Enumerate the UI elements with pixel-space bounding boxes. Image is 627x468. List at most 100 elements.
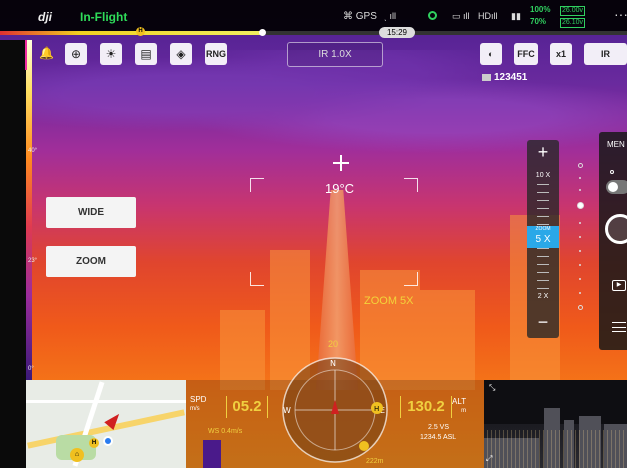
crosshair-icon [333, 155, 349, 171]
focus-bracket-bl [250, 272, 264, 286]
top-status-bar: dji In-Flight ⌘ GPS ˎ ıll ▭ ıll HDıll ▮▮… [0, 0, 627, 34]
sun-icon: ☀ [105, 47, 117, 61]
battery-1-voltage: 26.00v [560, 6, 586, 16]
battery-2-percent: 70% [530, 17, 547, 26]
map-location-icon [103, 436, 113, 446]
rc-position-icon [359, 441, 369, 451]
progress-fill [0, 31, 264, 35]
speed-value: 05.2 [226, 396, 268, 418]
thermal-patch [203, 440, 221, 468]
playback-icon[interactable]: ▶ [612, 280, 626, 291]
wide-button[interactable]: WIDE [46, 197, 136, 228]
progress-marker [259, 29, 266, 36]
zoom-current-value: 5 X [535, 234, 551, 245]
pip-expand-icon[interactable]: ⤡ [489, 383, 495, 393]
ir-camera-button[interactable]: IR [584, 43, 627, 65]
gimbal-mode-button[interactable]: ⊕ [65, 43, 87, 65]
zoom-overlay-label: ZOOM 5X [364, 295, 414, 307]
zoom-slider-panel[interactable]: + 10 X ZOOM 5 X 2 X − [527, 140, 559, 338]
rail-dot [579, 278, 581, 280]
left-edge [0, 40, 26, 468]
speed-label: SPD m/s [190, 396, 206, 413]
map-mode-button[interactable]: ◈ [170, 43, 192, 65]
building [220, 310, 265, 390]
hd-signal-label: HDıll [478, 11, 498, 21]
focus-bracket-br [404, 272, 418, 286]
shutter-button[interactable] [605, 214, 627, 244]
rail-stop[interactable] [578, 163, 583, 168]
battery-2-voltage: 26.10v [560, 18, 586, 28]
pip-camera-view[interactable] [484, 380, 627, 468]
storage-icon: ▤ [140, 47, 152, 61]
altitude-asl: 1234.5 ASL [420, 434, 457, 441]
pip-lights [484, 430, 627, 468]
rc-signal-label: ıll [389, 11, 397, 21]
flight-progress-bar [0, 29, 627, 36]
zoom-min-label: 2 X [537, 293, 549, 300]
rail-dot [579, 264, 581, 266]
map-home-icon: H [89, 438, 99, 448]
bell-icon[interactable]: 🔔 [39, 46, 54, 60]
rng-button[interactable]: RNG [205, 43, 227, 65]
compass-w: W [283, 406, 291, 415]
scale-indicator [25, 40, 27, 70]
zoom-current-indicator[interactable]: ZOOM 5 X [527, 226, 559, 248]
gps-label: GPS [355, 11, 377, 22]
rail-handle[interactable] [577, 202, 584, 209]
flight-time: 15:29 [379, 27, 415, 38]
compass-attitude: N E W H [282, 357, 388, 463]
rail-dot [579, 236, 581, 238]
gps-status: ⌘ GPS [343, 11, 377, 22]
link-signal-label: ıll [463, 11, 470, 21]
battery-1-percent: 100% [530, 5, 551, 14]
photo-mode-icon [610, 170, 614, 174]
vertical-speed: 2.5 VS [428, 424, 450, 431]
speed-label-text: SPD [190, 395, 207, 404]
zoom-button[interactable]: ZOOM [46, 246, 136, 277]
rail-dot [579, 222, 581, 224]
vision-status-icon [428, 11, 437, 20]
menu-label[interactable]: MEN [607, 140, 625, 149]
gimbal-icon: ⊕ [70, 47, 82, 61]
home-distance: 222m [366, 458, 384, 465]
rail-dot [579, 292, 581, 294]
camera-mode-label[interactable]: IR 1.0X [287, 42, 383, 67]
zoom-out-button[interactable]: − [527, 312, 559, 333]
altitude-unit: m [461, 408, 467, 414]
altitude-label: ALT m [452, 398, 466, 415]
diamond-icon: ◈ [176, 47, 186, 61]
camera-view[interactable]: 40° 23° 0° dji In-Flight ⌘ GPS ˎ ıll ▭ ı… [0, 0, 627, 468]
more-menu-button[interactable]: ··· [614, 6, 627, 22]
mini-map[interactable]: H ⌂ [26, 380, 186, 468]
zoom-max-label: 10 X [535, 172, 551, 179]
zoom-x1-button[interactable]: x1 [550, 43, 572, 65]
rail-dot [579, 177, 581, 179]
building [420, 290, 475, 390]
altitude-label-text: ALT [452, 397, 467, 406]
map-road [26, 400, 186, 403]
altitude-value: 130.2 [400, 396, 452, 418]
rail-stop[interactable] [578, 305, 583, 310]
dji-logo: dji [38, 10, 52, 24]
brightness-button[interactable]: ☀ [100, 43, 122, 65]
ffc-button[interactable]: FFC [514, 43, 538, 65]
spot-temperature: 19°C [325, 181, 355, 196]
pip-swap-icon[interactable]: ⤢ [486, 454, 492, 464]
sd-card-id: 123451 [494, 72, 528, 83]
storage-button[interactable]: ▤ [135, 43, 157, 65]
focus-bracket-tr [404, 178, 418, 192]
wind-speed: WS 0.4m/s [208, 428, 243, 435]
zoom-current-caption: ZOOM [535, 226, 551, 232]
palette-button[interactable]: ◐ [480, 43, 502, 65]
palette-icon: ◐ [488, 49, 494, 59]
settings-icon[interactable] [612, 322, 626, 332]
home-point-marker: H [136, 27, 145, 36]
compass-n: N [330, 359, 336, 368]
photo-video-toggle[interactable] [606, 180, 627, 194]
heading-value: 20 [328, 339, 339, 349]
zoom-in-button[interactable]: + [527, 142, 559, 163]
speed-unit: m/s [190, 406, 200, 412]
scale-tick-mid: 23° [28, 258, 38, 264]
home-icon-glyph: H [374, 405, 379, 413]
rail-dot [579, 189, 581, 191]
